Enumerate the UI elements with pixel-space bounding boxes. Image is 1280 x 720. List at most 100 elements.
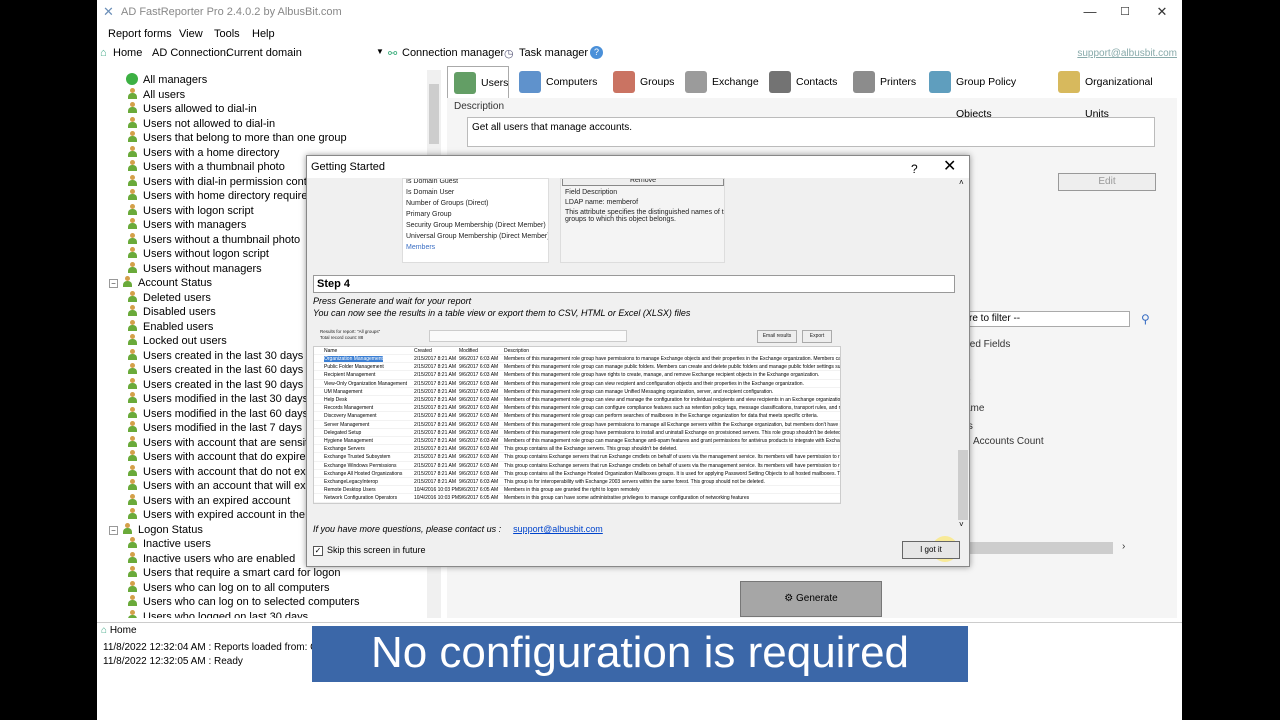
home-button[interactable]: Home [113,47,142,59]
sample-results-label: Results for report: "All groups" [320,329,381,334]
tab-group-policy-objects[interactable]: Group Policy Objects [923,66,1049,120]
skip-checkbox[interactable]: ✓ [313,545,323,556]
sample-table-cell: 2/15/2017 8:21 AM [414,356,456,362]
tree-item[interactable]: Inactive users [127,536,211,551]
chevron-down-icon[interactable]: ˅ [959,520,964,529]
tree-item[interactable]: Users with a thumbnail photo [127,159,285,174]
dialog-scrollbar-thumb[interactable] [958,450,968,520]
fields-hscroll-thumb[interactable] [969,542,1113,554]
tree-item[interactable]: Locked out users [127,333,227,348]
sample-table-cell: 9/6/2017 6:03 AM [459,380,499,387]
tree-item[interactable]: Users modified in the last 30 days [127,391,308,406]
close-button[interactable]: ✕ [1147,2,1177,22]
tab-groups[interactable]: Groups [607,66,675,98]
ad-connection-select[interactable]: Current domain [226,47,302,59]
tree-item[interactable]: Users without a thumbnail photo [127,232,300,247]
user-icon [127,203,138,215]
connection-manager-button[interactable]: Connection manager [402,47,504,59]
field-item-accounts-count[interactable]: Accounts Count [973,436,1044,447]
tab-contacts[interactable]: Contacts [763,66,843,98]
tree-item[interactable]: Users with managers [127,217,246,232]
tab-exchange[interactable]: Exchange [679,66,759,98]
tree-item[interactable]: Users allowed to dial-in [127,101,257,116]
contact-link[interactable]: support@albusbit.com [513,524,603,534]
dialog-scrollbar[interactable]: ˄ ˅ [957,178,969,532]
sample-table-cell: Help Desk [324,397,348,403]
generate-button[interactable]: ⚙ Generate [740,581,882,617]
tree-item[interactable]: Users with home directory required [127,188,314,203]
tree-group[interactable]: − Account Status [109,275,212,290]
tree-item[interactable]: Deleted users [127,290,211,305]
tree-item[interactable]: Enabled users [127,319,213,334]
minimize-button[interactable]: — [1075,2,1105,22]
status-home-tab[interactable]: ⌂ Home [101,625,137,636]
tree-item[interactable]: Users with expired account in the la [127,507,317,522]
tab-organizational-units[interactable]: Organizational Units [1052,66,1176,120]
chevron-up-icon[interactable]: ˄ [959,178,964,187]
tree-item[interactable]: Users without logon script [127,246,269,261]
tree-item[interactable]: Users that require a smart card for logo… [127,565,340,580]
task-manager-button[interactable]: Task manager [519,47,588,59]
tree-item[interactable]: Users modified in the last 7 days [127,420,302,435]
tree-item[interactable]: Users with an account that will expi [127,478,314,493]
tree-item[interactable]: Users with a home directory [127,145,279,160]
user-icon [127,406,138,418]
tree-item[interactable]: Users created in the last 90 days [127,377,303,392]
tree-item-label: Users created in the last 90 days [143,378,304,391]
sample-table-header-cell: Description [504,348,530,354]
tree-item[interactable]: All users [127,87,185,102]
tab-users[interactable]: Users [447,66,509,98]
tree-item[interactable]: Disabled users [127,304,216,319]
tree-item[interactable]: Users with an expired account [127,493,290,508]
tree-item[interactable]: Users with dial-in permission contro [127,174,317,189]
tree-item[interactable]: Users with account that do expire [127,449,306,464]
chevron-down-icon[interactable]: ▼ [376,47,384,56]
dialog-help-button[interactable]: ? [911,158,918,180]
dialog-close-button[interactable]: ✕ [943,156,956,178]
menu-tools[interactable]: Tools [214,28,240,40]
tree-group[interactable]: − Logon Status [109,522,203,537]
maximize-button[interactable]: ☐ [1110,2,1140,22]
help-icon[interactable]: ? [590,46,603,59]
tree-item[interactable]: Users who logged on last 30 days [127,609,308,618]
collapse-icon[interactable]: − [109,525,118,535]
tree-item[interactable]: All managers [127,72,207,87]
collapse-icon[interactable]: − [109,279,118,288]
tree-item[interactable]: Users not allowed to dial-in [127,116,275,131]
tree-item[interactable]: Users who can log on to selected compute… [127,594,359,609]
menu-help[interactable]: Help [252,28,275,40]
sample-table-cell: Records Management [324,405,374,412]
toolbar: ⌂ Home AD Connection: Current domain ▼ ⚯… [97,44,1182,63]
edit-button[interactable]: Edit [1058,173,1156,191]
tab-computers[interactable]: Computers [513,66,603,98]
tree-scrollbar-thumb[interactable] [429,84,439,144]
tree-item[interactable]: Users created in the last 60 days [127,362,303,377]
support-link[interactable]: support@albusbit.com [1077,48,1177,59]
tree-item[interactable]: Users without managers [127,261,262,276]
tree-item[interactable]: Inactive users who are enabled [127,551,295,566]
tree-item[interactable]: Users with account that are sensitiv [127,435,316,450]
sample-table-cell: 2/15/2017 8:21 AM [414,421,456,428]
user-icon [127,131,138,142]
tree-item[interactable]: Users modified in the last 60 days [127,406,308,421]
tree-item[interactable]: Users who can log on to all computers [127,580,329,595]
got-it-button[interactable]: I got it [902,541,960,559]
tree-item[interactable]: Users with account that do not expi [127,464,314,479]
sample-table-cell: 9/6/2017 6:03 AM [459,413,499,420]
tree-item[interactable]: Users created in the last 30 days [127,348,303,363]
search-icon[interactable]: ⚲ [1141,312,1150,326]
menu-report-forms[interactable]: Report forms [108,28,172,40]
sample-field-description: Remove Field Description LDAP name: memb… [560,178,725,263]
sample-table-cell: Network Configuration Operators [324,495,398,502]
sample-table-cell: Remote Desktop Users [324,487,376,494]
tree-item[interactable]: Users with logon script [127,203,254,218]
chevron-right-icon[interactable]: › [1122,541,1125,552]
tree-item[interactable]: Users that belong to more than one group [127,130,347,145]
tab-printers[interactable]: Printers [847,66,919,98]
tab-label: Computers [546,76,598,88]
user-icon [127,421,138,432]
menu-view[interactable]: View [179,28,203,40]
sample-table-cell: UM Management [324,388,363,395]
sample-table-cell: View-Only Organization Management [324,380,408,387]
field-filter-input[interactable]: re to filter -- [965,311,1130,327]
